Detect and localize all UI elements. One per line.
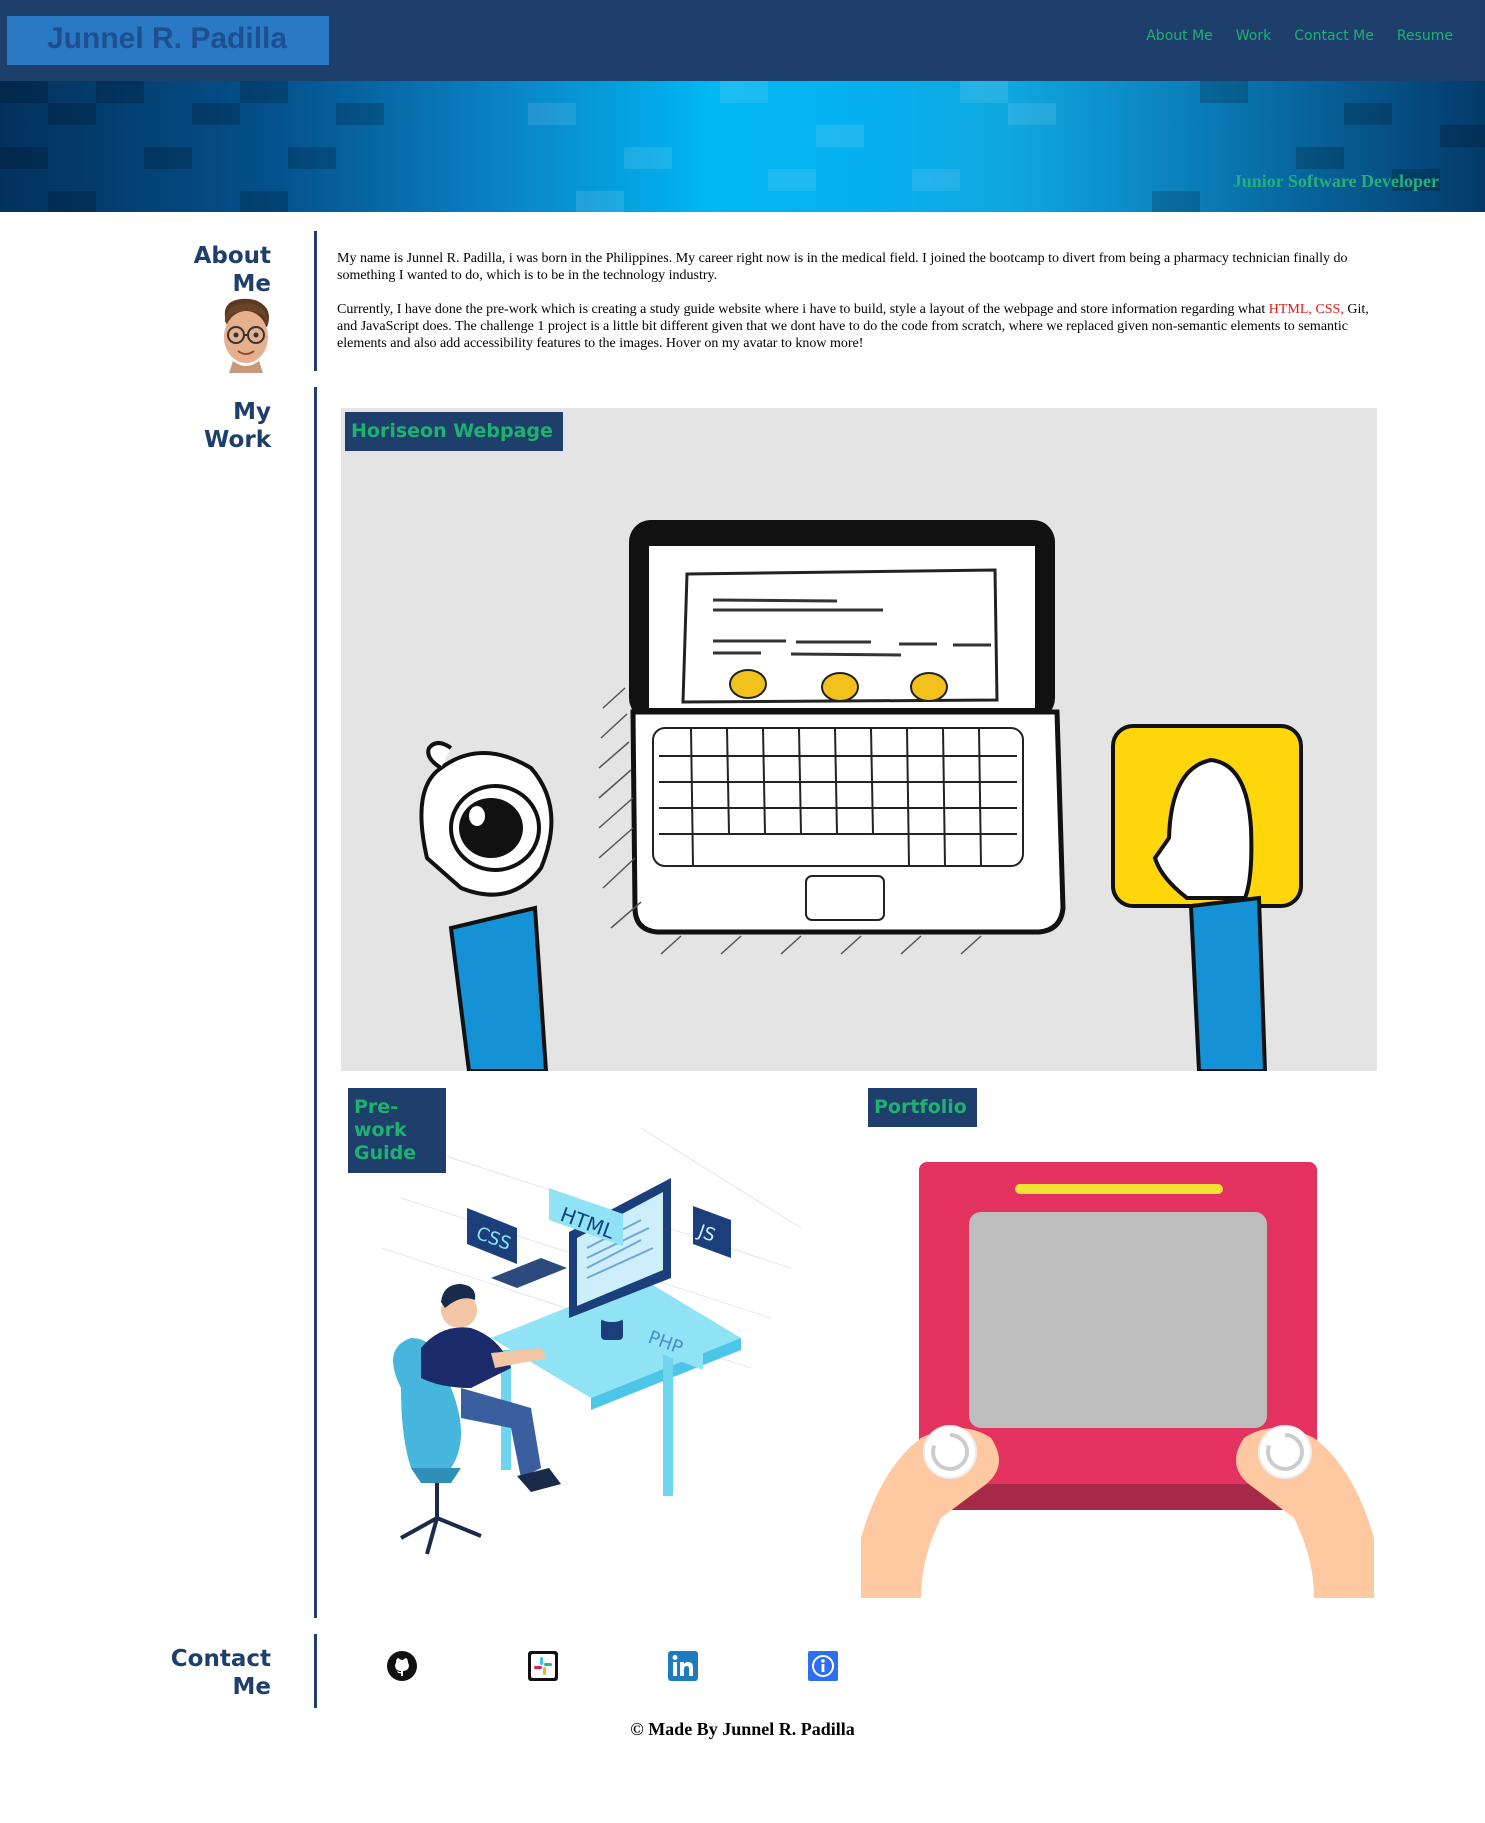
about-paragraph-2-text-a: Currently, I have done the pre-work whic… — [337, 302, 1269, 317]
logo[interactable]: Junnel R. Padilla — [7, 16, 329, 65]
work-divider — [314, 387, 317, 1618]
about-paragraph-1: My name is Junnel R. Padilla, i was born… — [337, 251, 1348, 283]
contact-heading-line1: Contact — [170, 1646, 271, 1672]
nav-about-me[interactable]: About Me — [1146, 28, 1213, 44]
header: Junnel R. Padilla About Me Work Contact … — [0, 0, 1485, 81]
nav-work[interactable]: Work — [1236, 28, 1271, 44]
about-text: My name is Junnel R. Padilla, i was born… — [337, 250, 1387, 369]
project-label-portfolio[interactable]: Portfolio — [868, 1088, 977, 1127]
about-heading-line2: Me — [232, 271, 272, 297]
nav-resume[interactable]: Resume — [1397, 28, 1453, 44]
project-card-portfolio[interactable]: Portfolio — [861, 1088, 1374, 1598]
tag-js-icon: JS — [693, 1206, 731, 1258]
laptop-illustration — [419, 520, 1303, 1071]
nav-menu: About Me Work Contact Me Resume — [1146, 28, 1453, 44]
highlight-html: HTML, — [1268, 302, 1312, 317]
about-heading-line1: About — [193, 243, 271, 269]
hero-banner: Junior Software Developer — [0, 81, 1485, 212]
footer-credit: © Made By Junnel R. Padilla — [630, 1719, 855, 1739]
info-icon[interactable] — [807, 1650, 839, 1682]
linkedin-icon[interactable] — [667, 1650, 699, 1682]
nav-contact-me[interactable]: Contact Me — [1294, 28, 1374, 44]
tag-css-icon: CSS — [467, 1208, 517, 1264]
project-card-prework[interactable]: HTML CSS JS PHP Pre-work Guide — [341, 1088, 854, 1598]
about-divider — [314, 231, 317, 371]
github-icon[interactable] — [386, 1650, 418, 1682]
project-label-prework[interactable]: Pre-work Guide — [348, 1088, 446, 1173]
pixel-pattern — [0, 81, 1485, 212]
contact-heading-line2: Me — [232, 1674, 272, 1700]
logo-text[interactable]: Junnel R. Padilla — [47, 22, 287, 56]
project-card-horiseon[interactable]: Horiseon Webpage — [341, 408, 1377, 1071]
contact-heading: Contact Me — [150, 1645, 271, 1701]
about-heading: About Me — [150, 242, 271, 298]
highlight-css: CSS, — [1315, 302, 1344, 317]
about-paragraph-2: Currently, I have done the pre-work whic… — [337, 301, 1387, 352]
avatar[interactable] — [219, 297, 273, 373]
work-heading: My Work — [150, 398, 271, 454]
etch-a-sketch-illustration — [861, 1162, 1374, 1598]
job-title: Junior Software Developer — [1232, 171, 1439, 191]
work-heading-line2: Work — [204, 427, 271, 453]
slack-icon[interactable] — [527, 1650, 559, 1682]
project-label-horiseon[interactable]: Horiseon Webpage — [345, 412, 563, 451]
work-heading-line1: My — [233, 399, 271, 425]
contact-divider — [314, 1634, 317, 1708]
